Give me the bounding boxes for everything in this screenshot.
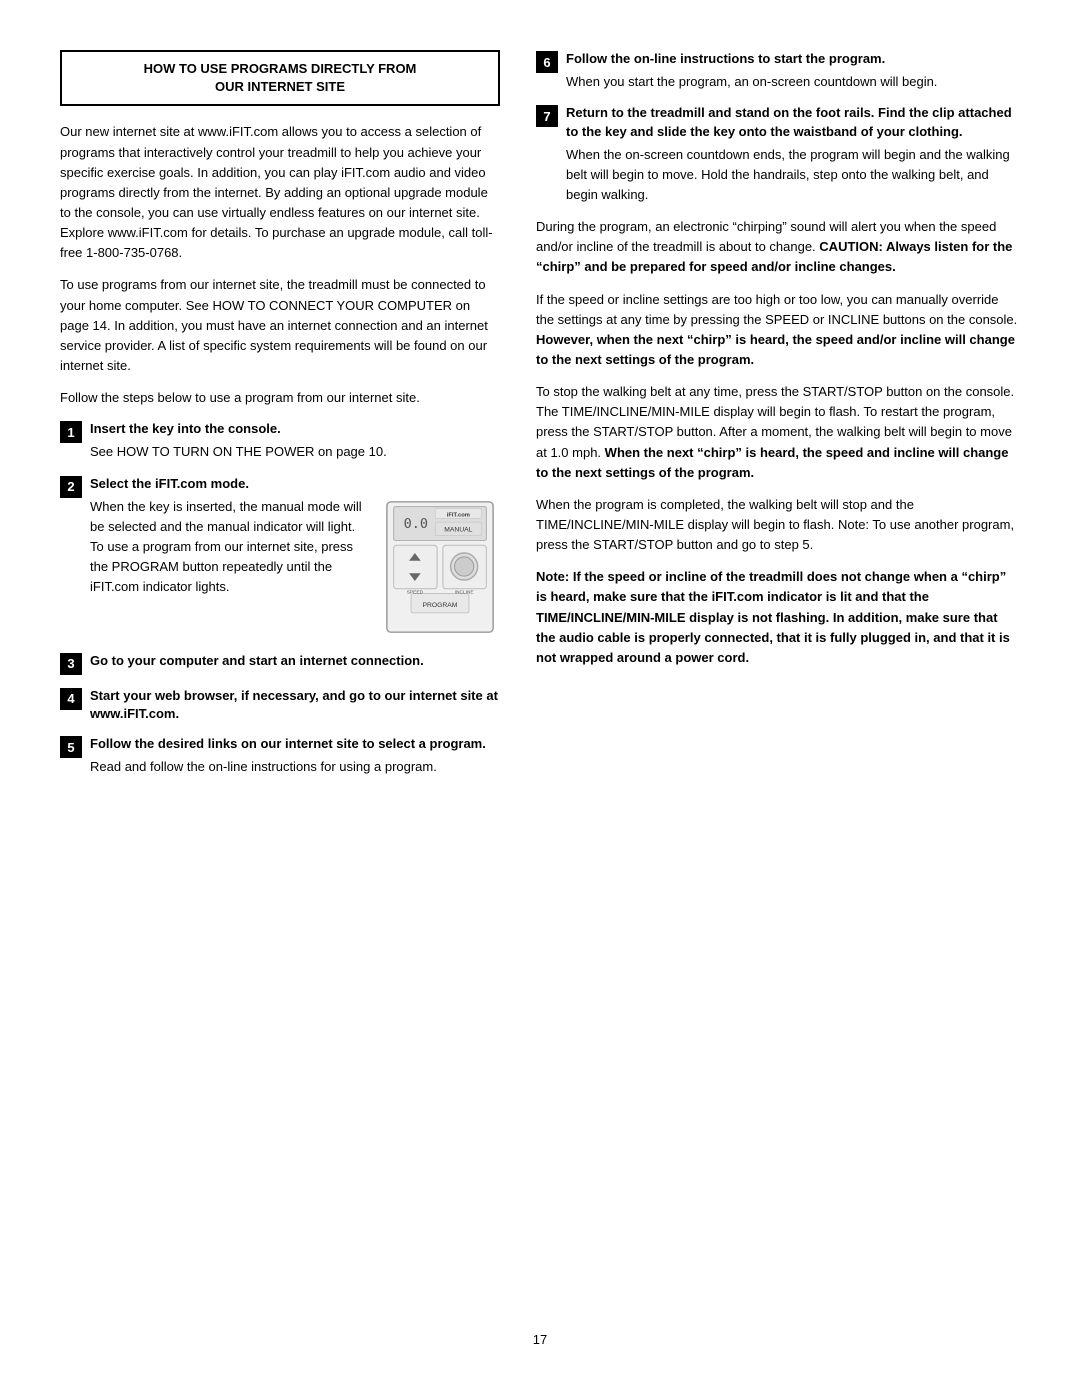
right-para3: To stop the walking belt at any time, pr… — [536, 382, 1020, 483]
step-2-title: Select the iFIT.com mode. — [90, 475, 500, 493]
step-3-title: Go to your computer and start an interne… — [90, 652, 500, 670]
svg-text:0.0: 0.0 — [404, 516, 428, 532]
intro-para2: To use programs from our internet site, … — [60, 275, 500, 376]
step-4: 4 Start your web browser, if necessary, … — [60, 687, 500, 723]
step-2: 2 Select the iFIT.com mode. When the key… — [60, 475, 500, 640]
step-4-number: 4 — [60, 688, 82, 710]
svg-text:iFIT.com: iFIT.com — [447, 512, 470, 518]
right-para5: Note: If the speed or incline of the tre… — [536, 567, 1020, 668]
right-para2-normal: If the speed or incline settings are too… — [536, 292, 1017, 327]
step-3-number: 3 — [60, 653, 82, 675]
step-6: 6 Follow the on-line instructions to sta… — [536, 50, 1020, 92]
two-column-layout: HOW TO USE PROGRAMS DIRECTLY FROM OUR IN… — [60, 50, 1020, 1312]
step-1-content: Insert the key into the console. See HOW… — [90, 420, 500, 462]
page: HOW TO USE PROGRAMS DIRECTLY FROM OUR IN… — [0, 0, 1080, 1397]
step-4-title: Start your web browser, if necessary, an… — [90, 687, 500, 723]
step-2-with-image: When the key is inserted, the manual mod… — [90, 493, 500, 640]
right-column: 6 Follow the on-line instructions to sta… — [536, 50, 1020, 1312]
step-6-content: Follow the on-line instructions to start… — [566, 50, 1020, 92]
step-2-text: When the key is inserted, the manual mod… — [90, 493, 370, 598]
step-1: 1 Insert the key into the console. See H… — [60, 420, 500, 462]
intro-para3: Follow the steps below to use a program … — [60, 388, 500, 408]
step-3-content: Go to your computer and start an interne… — [90, 652, 500, 670]
right-para4: When the program is completed, the walki… — [536, 495, 1020, 555]
step-2-number: 2 — [60, 476, 82, 498]
left-column: HOW TO USE PROGRAMS DIRECTLY FROM OUR IN… — [60, 50, 500, 1312]
right-para2-bold: However, when the next “chirp” is heard,… — [536, 332, 1015, 367]
step-5: 5 Follow the desired links on our intern… — [60, 735, 500, 777]
svg-text:PROGRAM: PROGRAM — [423, 602, 458, 609]
step-7-number: 7 — [536, 105, 558, 127]
right-para1: During the program, an electronic “chirp… — [536, 217, 1020, 277]
step-6-title: Follow the on-line instructions to start… — [566, 50, 1020, 68]
step-7-title: Return to the treadmill and stand on the… — [566, 104, 1020, 140]
step-1-title: Insert the key into the console. — [90, 420, 500, 438]
step-5-body: Read and follow the on-line instructions… — [90, 757, 500, 777]
step-2-body: When the key is inserted, the manual mod… — [90, 497, 370, 598]
right-para2: If the speed or incline settings are too… — [536, 290, 1020, 371]
svg-text:SPEED: SPEED — [407, 589, 424, 595]
section-header-box: HOW TO USE PROGRAMS DIRECTLY FROM OUR IN… — [60, 50, 500, 106]
page-number: 17 — [533, 1332, 547, 1347]
step-5-number: 5 — [60, 736, 82, 758]
console-svg: iFIT.com 0.0 MANUAL — [380, 497, 500, 637]
step-3: 3 Go to your computer and start an inter… — [60, 652, 500, 675]
step-2-content: Select the iFIT.com mode. When the key i… — [90, 475, 500, 640]
right-para5-bold: Note: If the speed or incline of the tre… — [536, 569, 1010, 665]
svg-text:MANUAL: MANUAL — [444, 526, 472, 533]
step-7: 7 Return to the treadmill and stand on t… — [536, 104, 1020, 205]
step-6-body: When you start the program, an on-screen… — [566, 72, 1020, 92]
step-6-number: 6 — [536, 51, 558, 73]
page-number-row: 17 — [60, 1312, 1020, 1347]
step-4-content: Start your web browser, if necessary, an… — [90, 687, 500, 723]
step-5-content: Follow the desired links on our internet… — [90, 735, 500, 777]
title-line2: OUR INTERNET SITE — [215, 79, 345, 94]
console-image: iFIT.com 0.0 MANUAL — [380, 497, 500, 640]
step-1-body: See HOW TO TURN ON THE POWER on page 10. — [90, 442, 500, 462]
section-title: HOW TO USE PROGRAMS DIRECTLY FROM OUR IN… — [74, 60, 486, 96]
step-5-title: Follow the desired links on our internet… — [90, 735, 500, 753]
step-1-number: 1 — [60, 421, 82, 443]
step-7-body: When the on-screen countdown ends, the p… — [566, 145, 1020, 205]
svg-text:INCLINE: INCLINE — [455, 589, 474, 595]
title-line1: HOW TO USE PROGRAMS DIRECTLY FROM — [144, 61, 417, 76]
step-7-content: Return to the treadmill and stand on the… — [566, 104, 1020, 205]
right-para3-bold: When the next “chirp” is heard, the spee… — [536, 445, 1008, 480]
intro-para1: Our new internet site at www.iFIT.com al… — [60, 122, 500, 263]
